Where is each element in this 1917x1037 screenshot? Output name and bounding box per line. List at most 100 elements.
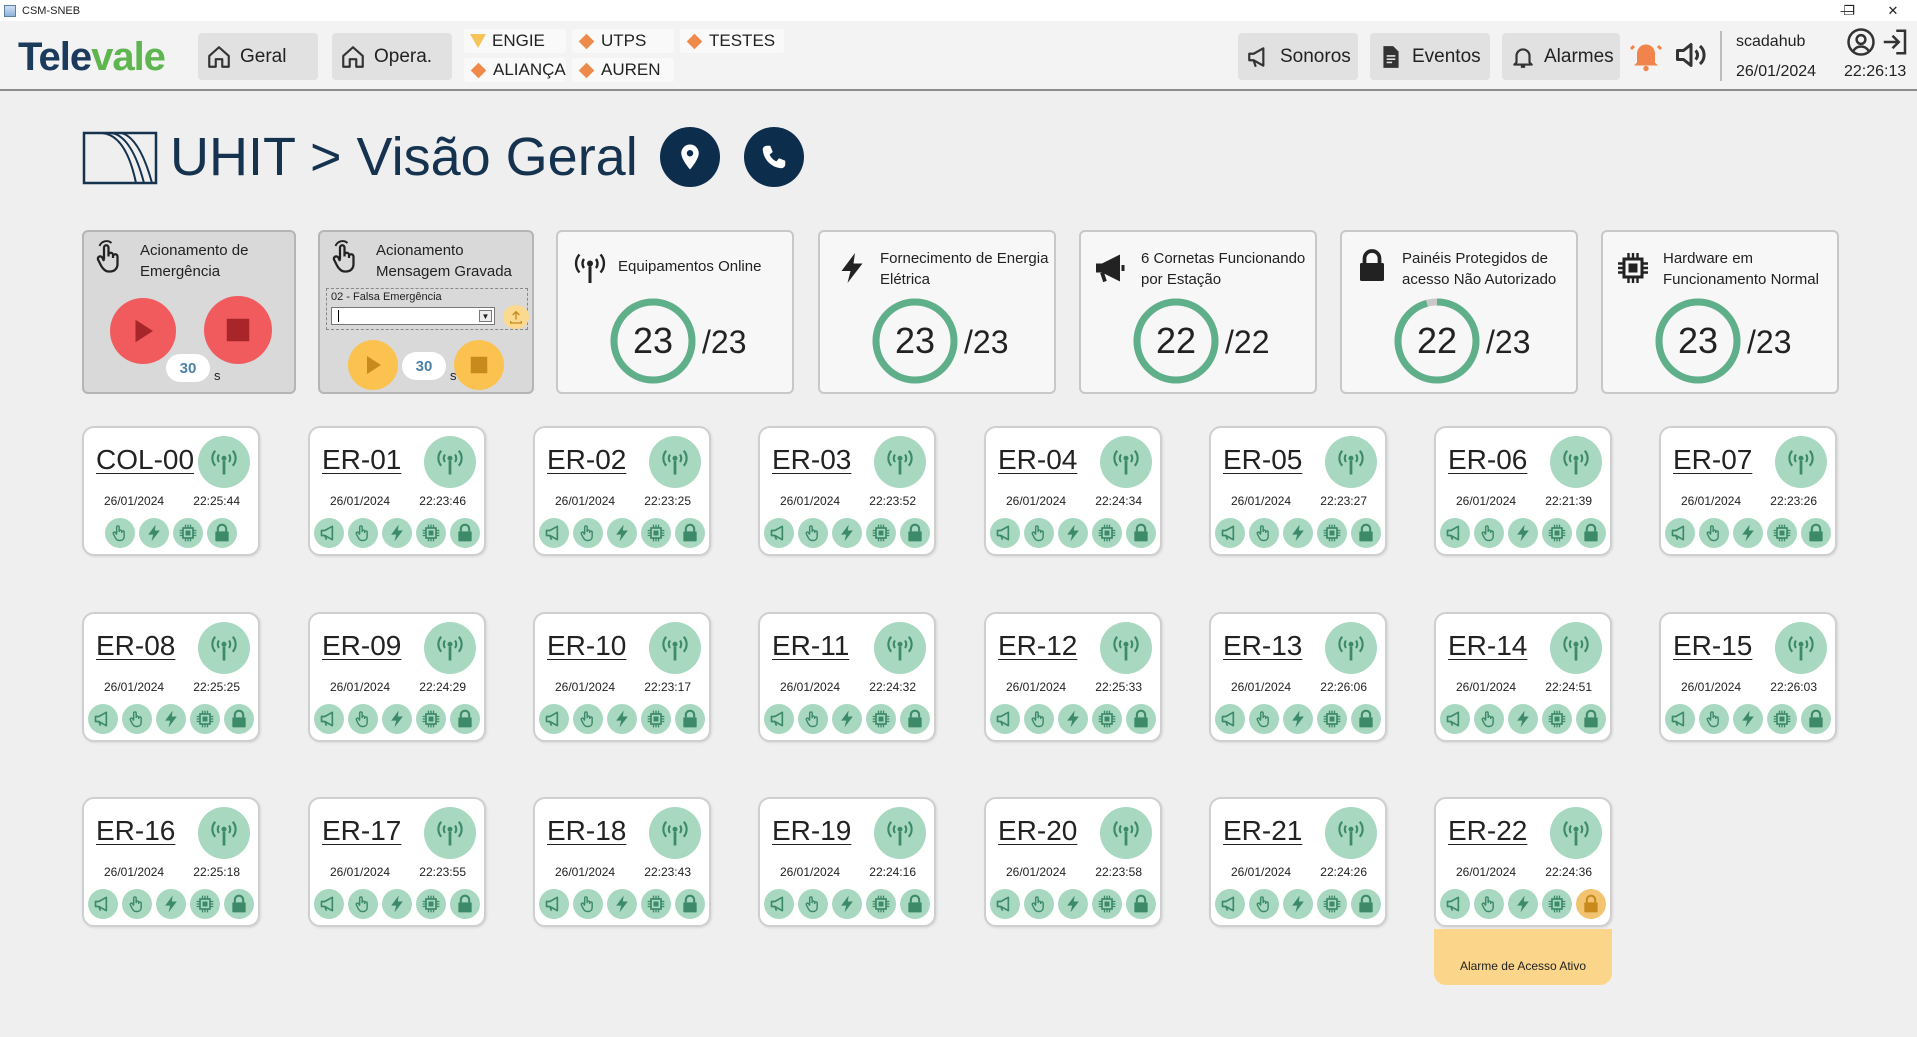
station-tile[interactable]: ER-17 26/01/2024 22:23:55 [308,797,486,927]
station-tile[interactable]: ER-01 26/01/2024 22:23:46 [308,426,486,556]
station-status-icons [310,889,484,919]
emergency-stop-button[interactable] [204,296,272,364]
hardware-status-icon [1317,704,1347,734]
emergency-play-button[interactable] [110,298,176,364]
station-tile[interactable]: ER-12 26/01/2024 22:25:33 [984,612,1162,742]
station-status-icons [986,704,1160,734]
company-utps[interactable]: UTPS [572,29,674,53]
station-name[interactable]: ER-02 [547,444,626,476]
upload-message-button[interactable] [503,305,529,329]
play-icon [367,356,381,374]
hardware-status-icon [416,518,446,548]
eventos-button[interactable]: Eventos [1370,33,1490,80]
station-tile[interactable]: ER-06 26/01/2024 22:21:39 [1434,426,1612,556]
station-tile[interactable]: ER-21 26/01/2024 22:24:26 [1209,797,1387,927]
lock-status-icon [1351,889,1381,919]
station-name[interactable]: ER-12 [998,630,1077,662]
station-name[interactable]: ER-17 [322,815,401,847]
station-name[interactable]: ER-10 [547,630,626,662]
station-name[interactable]: ER-21 [1223,815,1302,847]
company-engie[interactable]: ENGIE [464,29,566,53]
station-tile[interactable]: COL-00 26/01/2024 22:25:44 [82,426,260,556]
manual-trigger-status-icon [1249,889,1279,919]
summary-label: Fornecimento de Energia Elétrica [880,250,1049,288]
station-tile[interactable]: ER-16 26/01/2024 22:25:18 [82,797,260,927]
station-tile[interactable]: ER-19 26/01/2024 22:24:16 [758,797,936,927]
station-name[interactable]: ER-15 [1673,630,1752,662]
company-auren[interactable]: AUREN [572,58,674,82]
speaker-volume-icon[interactable] [1672,37,1710,73]
recorded-play-button[interactable] [348,340,398,390]
message-dropdown[interactable]: ▼ [331,307,495,325]
lock-status-icon [1351,518,1381,548]
station-tile[interactable]: ER-18 26/01/2024 22:23:43 [533,797,711,927]
station-name[interactable]: ER-07 [1673,444,1752,476]
station-name[interactable]: ER-16 [96,815,175,847]
summary-card-hardware: Hardware em Funcionamento Normal 23 /23 [1601,230,1839,394]
company-alianca[interactable]: ALIANÇA [464,58,566,82]
recorded-stop-button[interactable] [454,340,504,390]
summary-card-panels: Painéis Protegidos de acesso Não Autoriz… [1340,230,1578,394]
nav-opera-button[interactable]: Opera. [332,33,452,80]
station-tile[interactable]: ER-14 26/01/2024 22:24:51 [1434,612,1612,742]
station-name[interactable]: ER-09 [322,630,401,662]
station-name[interactable]: ER-03 [772,444,851,476]
nav-geral-button[interactable]: Geral [198,33,318,80]
station-name[interactable]: ER-22 [1448,815,1527,847]
sonoros-button[interactable]: Sonoros [1238,33,1358,80]
manual-trigger-status-icon [348,889,378,919]
access-alarm-banner[interactable]: Alarme de Acesso Ativo [1434,929,1612,985]
station-time: 22:25:44 [193,494,240,508]
station-tile[interactable]: ER-04 26/01/2024 22:24:34 [984,426,1162,556]
station-name[interactable]: ER-19 [772,815,851,847]
energy-status-icon [1283,889,1313,919]
company-testes[interactable]: TESTES [680,29,784,53]
station-name[interactable]: ER-08 [96,630,175,662]
company-label: TESTES [709,31,776,50]
active-alarm-bell-icon[interactable] [1628,37,1664,73]
station-tile[interactable]: ER-02 26/01/2024 22:23:25 [533,426,711,556]
close-button[interactable]: ✕ [1870,0,1916,21]
restore-button[interactable]: ❐ [1826,0,1872,21]
station-name[interactable]: ER-04 [998,444,1077,476]
station-name[interactable]: ER-11 [772,630,849,662]
station-name[interactable]: ER-05 [1223,444,1302,476]
station-name[interactable]: ER-06 [1448,444,1527,476]
recorded-seconds-field[interactable]: 30 [402,352,446,380]
station-name[interactable]: ER-14 [1448,630,1527,662]
station-tile[interactable]: ER-13 26/01/2024 22:26:06 [1209,612,1387,742]
lock-status-icon [450,889,480,919]
station-tile[interactable]: ER-10 26/01/2024 22:23:17 [533,612,711,742]
dropdown-arrow-icon[interactable]: ▼ [479,310,492,322]
station-date: 26/01/2024 [555,494,616,508]
station-tile[interactable]: ER-05 26/01/2024 22:23:27 [1209,426,1387,556]
station-time: 22:23:17 [644,680,691,694]
station-tile[interactable]: ER-08 26/01/2024 22:25:25 [82,612,260,742]
station-name[interactable]: ER-20 [998,815,1077,847]
station-name[interactable]: COL-00 [96,444,194,476]
station-name[interactable]: ER-01 [322,444,401,476]
station-tile[interactable]: ER-07 26/01/2024 22:23:26 [1659,426,1837,556]
station-tile[interactable]: ER-11 26/01/2024 22:24:32 [758,612,936,742]
logout-icon[interactable] [1880,27,1910,57]
upload-icon [510,310,522,324]
page-header: UHIT > Visão Geral [82,120,828,194]
station-time: 22:24:26 [1320,865,1367,879]
phone-button[interactable] [743,127,804,187]
station-tile[interactable]: ER-09 26/01/2024 22:24:29 [308,612,486,742]
emergency-seconds-field[interactable]: 30 [166,354,210,382]
station-tile[interactable]: ER-03 26/01/2024 22:23:52 [758,426,936,556]
diamond-icon [686,33,703,49]
alarmes-button[interactable]: Alarmes [1502,33,1620,80]
station-tile[interactable]: ER-22 26/01/2024 22:24:36 [1434,797,1612,927]
user-account-icon[interactable] [1846,27,1876,57]
station-date: 26/01/2024 [1681,494,1742,508]
manual-trigger-status-icon [798,889,828,919]
location-button[interactable] [659,127,720,187]
station-name[interactable]: ER-18 [547,815,626,847]
hardware-status-icon [1767,518,1797,548]
station-name[interactable]: ER-13 [1223,630,1302,662]
station-tile[interactable]: ER-15 26/01/2024 22:26:03 [1659,612,1837,742]
station-tile[interactable]: ER-20 26/01/2024 22:23:58 [984,797,1162,927]
lock-status-icon [1576,704,1606,734]
